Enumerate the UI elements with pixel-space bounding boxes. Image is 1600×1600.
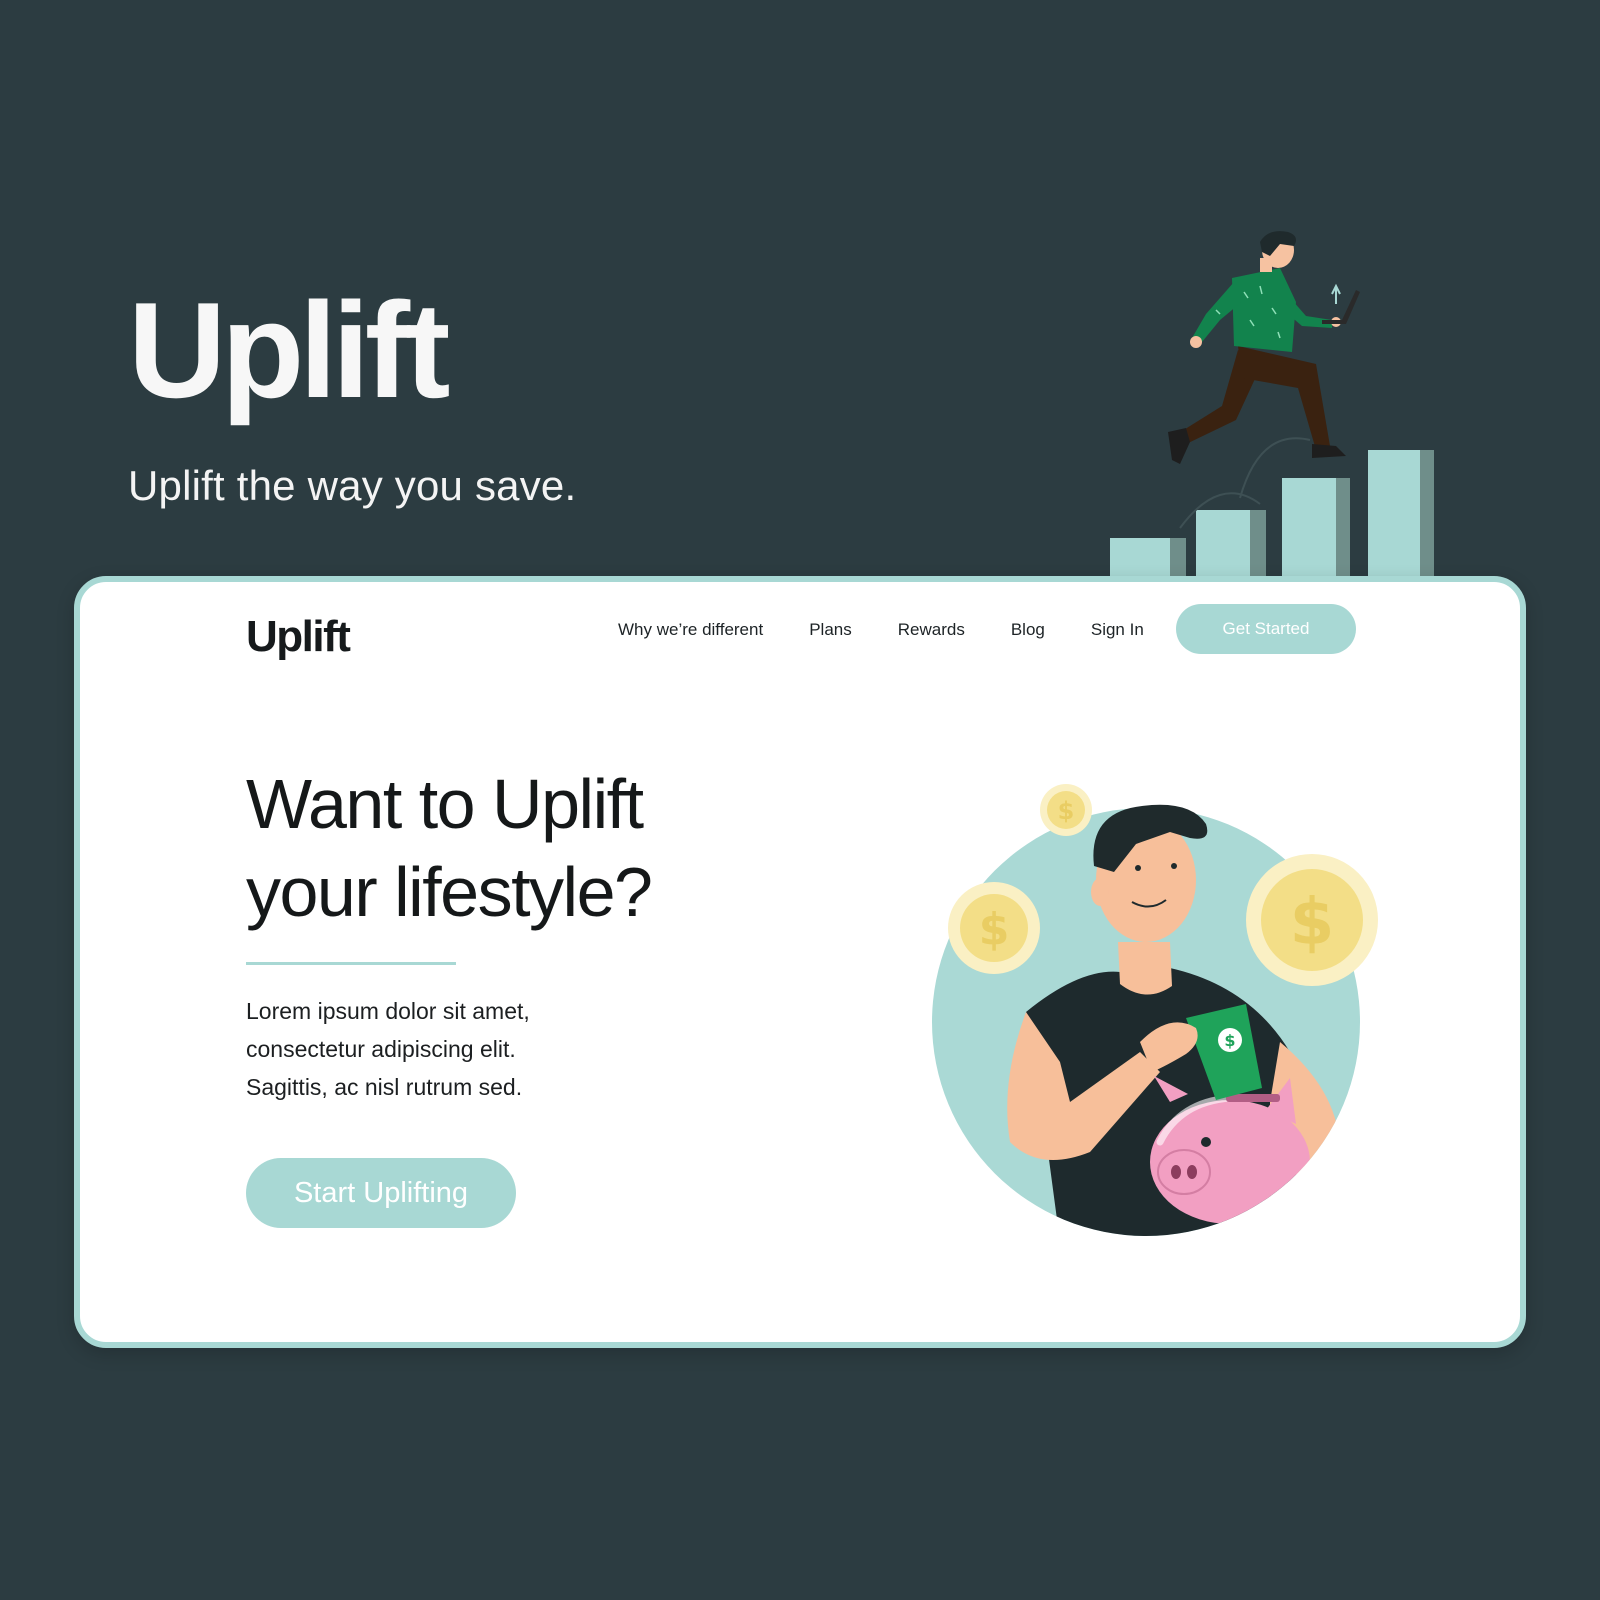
nav-link-why-different[interactable]: Why we’re different xyxy=(618,618,763,640)
hero-headline-line-2: your lifestyle? xyxy=(246,853,653,931)
svg-text:$: $ xyxy=(1224,1031,1235,1050)
coin-icon: $ xyxy=(1040,784,1092,836)
nav-links: Why we’re different Plans Rewards Blog S… xyxy=(618,618,1190,640)
hero-body-text: Lorem ipsum dolor sit amet, consectetur … xyxy=(246,992,666,1106)
nav-link-rewards[interactable]: Rewards xyxy=(898,618,965,640)
piggy-bank-illustration: $ $ $ $ xyxy=(932,784,1378,1236)
nav-link-sign-in[interactable]: Sign In xyxy=(1091,618,1144,640)
hero-body-line-1: Lorem ipsum dolor sit amet, xyxy=(246,998,530,1024)
nav-link-blog[interactable]: Blog xyxy=(1011,618,1045,640)
svg-text:$: $ xyxy=(979,904,1010,955)
nav-link-plans[interactable]: Plans xyxy=(809,618,852,640)
svg-text:$: $ xyxy=(1290,886,1335,960)
nav-logo[interactable]: Uplift xyxy=(246,612,351,662)
svg-text:$: $ xyxy=(1058,797,1075,825)
hero-headline-line-1: Want to Uplift xyxy=(246,765,644,843)
start-uplifting-button[interactable]: Start Uplifting xyxy=(246,1158,516,1228)
runner-illustration xyxy=(1110,231,1434,582)
hero-divider xyxy=(246,962,456,965)
get-started-button[interactable]: Get Started xyxy=(1176,604,1356,654)
coin-icon: $ xyxy=(1246,854,1378,986)
coin-icon: $ xyxy=(948,882,1040,974)
hero-headline: Want to Uplift your lifestyle? xyxy=(246,760,806,936)
brand-title: Uplift xyxy=(128,274,450,426)
website-preview-card: Uplift Why we’re different Plans Rewards… xyxy=(74,576,1526,1348)
hero-body-line-2: consectetur adipiscing elit. xyxy=(246,1036,516,1062)
brand-tagline: Uplift the way you save. xyxy=(128,462,577,509)
hero-body-line-3: Sagittis, ac nisl rutrum sed. xyxy=(246,1074,523,1100)
